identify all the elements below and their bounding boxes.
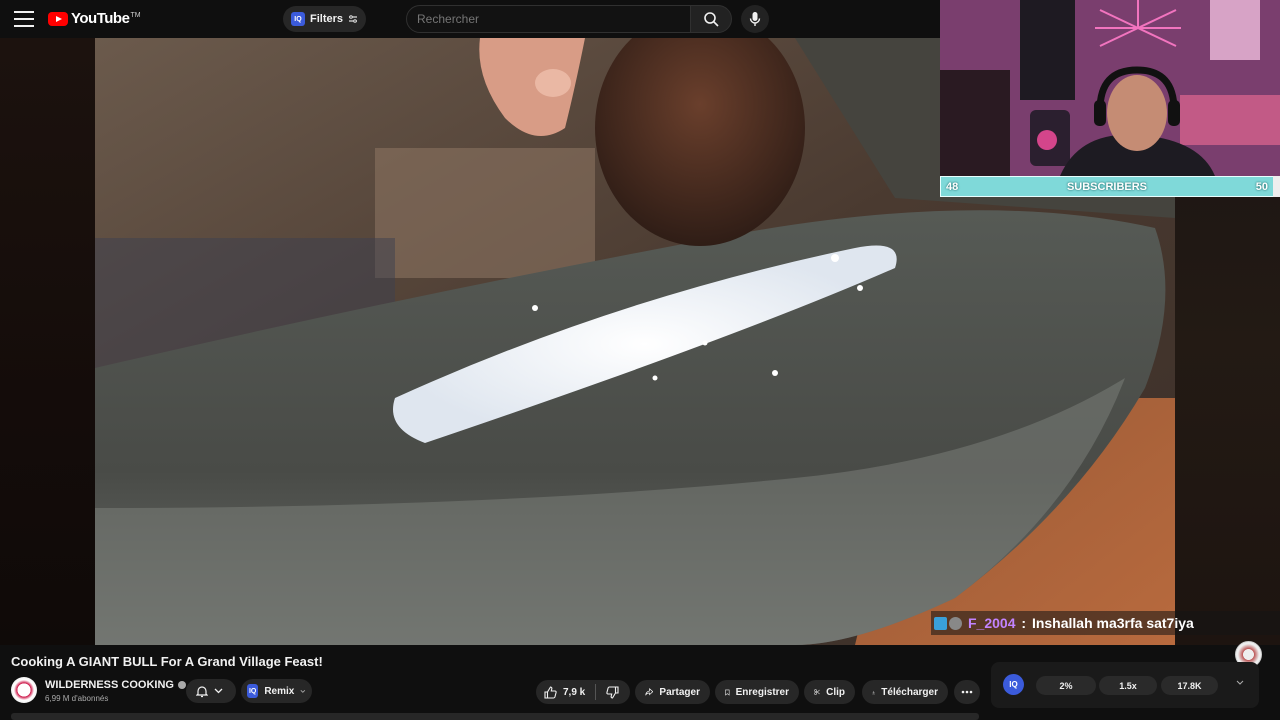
chat-text: Inshallah ma3rfa sat7iya (1031, 615, 1194, 631)
chevron-down-icon[interactable] (1236, 680, 1244, 685)
webcam-overlay (940, 0, 1280, 176)
logo-trademark: TM (130, 12, 141, 19)
more-icon (961, 690, 973, 694)
save-label: Enregistrer (735, 686, 789, 698)
bell-icon (196, 685, 208, 697)
download-button[interactable]: Télécharger (862, 680, 948, 704)
download-icon (872, 690, 876, 694)
webcam-scene (940, 0, 1280, 176)
search-box[interactable] (406, 5, 691, 33)
channel-name-text: WILDERNESS COOKING (45, 679, 174, 691)
bookmark-icon (725, 689, 730, 696)
subscriber-goal-bar: 48 SUBSCRIBERS 50 (940, 176, 1274, 197)
chat-badge-icon (934, 616, 947, 630)
filters-label: Filters (310, 13, 344, 25)
filters-button[interactable]: IQ Filters (283, 6, 367, 32)
clip-label: Clip (826, 686, 845, 698)
search-button[interactable] (690, 5, 732, 33)
logo-text: YouTube (71, 10, 130, 27)
iq-logo-icon[interactable]: IQ (1003, 674, 1024, 695)
share-label: Partager (659, 686, 700, 698)
subs-current: 48 (946, 180, 959, 193)
youtube-logo[interactable]: YouTube TM (48, 10, 141, 27)
chevron-down-icon (214, 688, 223, 694)
voice-search-button[interactable] (741, 5, 769, 33)
video-title: Cooking A GIANT BULL For A Grand Village… (11, 654, 323, 669)
chat-separator: : (1017, 615, 1030, 631)
youtube-logo-icon (48, 11, 68, 26)
iq-badge-icon: IQ (247, 684, 259, 698)
iq-badge-icon: IQ (291, 12, 305, 26)
thumbs-down-icon[interactable] (606, 685, 619, 699)
top-bar: YouTube TM IQ Filters (0, 0, 940, 38)
verified-icon (177, 681, 186, 689)
stat-chip-percent: 2% (1036, 676, 1096, 695)
share-icon (645, 687, 654, 696)
share-button[interactable]: Partager (635, 680, 710, 704)
more-actions-button[interactable] (954, 680, 980, 704)
remix-label: Remix (264, 685, 295, 697)
video-letterbox-left (0, 38, 95, 645)
chat-overlay-message: F_2004 : Inshallah ma3rfa sat7iya (931, 611, 1280, 635)
channel-avatar[interactable] (11, 677, 37, 703)
scissors-icon (814, 689, 820, 695)
mic-icon (749, 12, 761, 26)
like-dislike-group: 7,9 k (536, 680, 630, 704)
channel-name[interactable]: WILDERNESS COOKING (45, 679, 186, 691)
subs-label: SUBSCRIBERS (1066, 180, 1148, 193)
stat-chip-multiplier: 1.5x (1099, 676, 1157, 695)
save-button[interactable]: Enregistrer (715, 680, 799, 704)
like-divider (595, 684, 597, 700)
subscriber-goal-remaining (1273, 176, 1280, 197)
remix-button[interactable]: IQ Remix (241, 679, 312, 703)
stat-chip-views: 17.8K (1161, 676, 1218, 695)
subs-goal: 50 (1255, 180, 1268, 193)
description-box-edge[interactable] (11, 713, 979, 720)
thumbs-up-icon[interactable] (544, 685, 557, 699)
sliders-icon (349, 15, 358, 23)
download-label: Télécharger (881, 686, 938, 698)
subscriber-count: 6,99 M d'abonnés (45, 694, 109, 703)
menu-icon[interactable] (14, 11, 34, 27)
like-count[interactable]: 7,9 k (563, 687, 585, 698)
chevron-down-icon (300, 689, 306, 693)
clip-button[interactable]: Clip (804, 680, 855, 704)
search-icon (704, 12, 719, 27)
search-input[interactable] (417, 12, 690, 26)
chat-emote-icon (949, 616, 962, 630)
notifications-button[interactable] (186, 679, 236, 703)
chat-username: F_2004 (968, 615, 1016, 631)
